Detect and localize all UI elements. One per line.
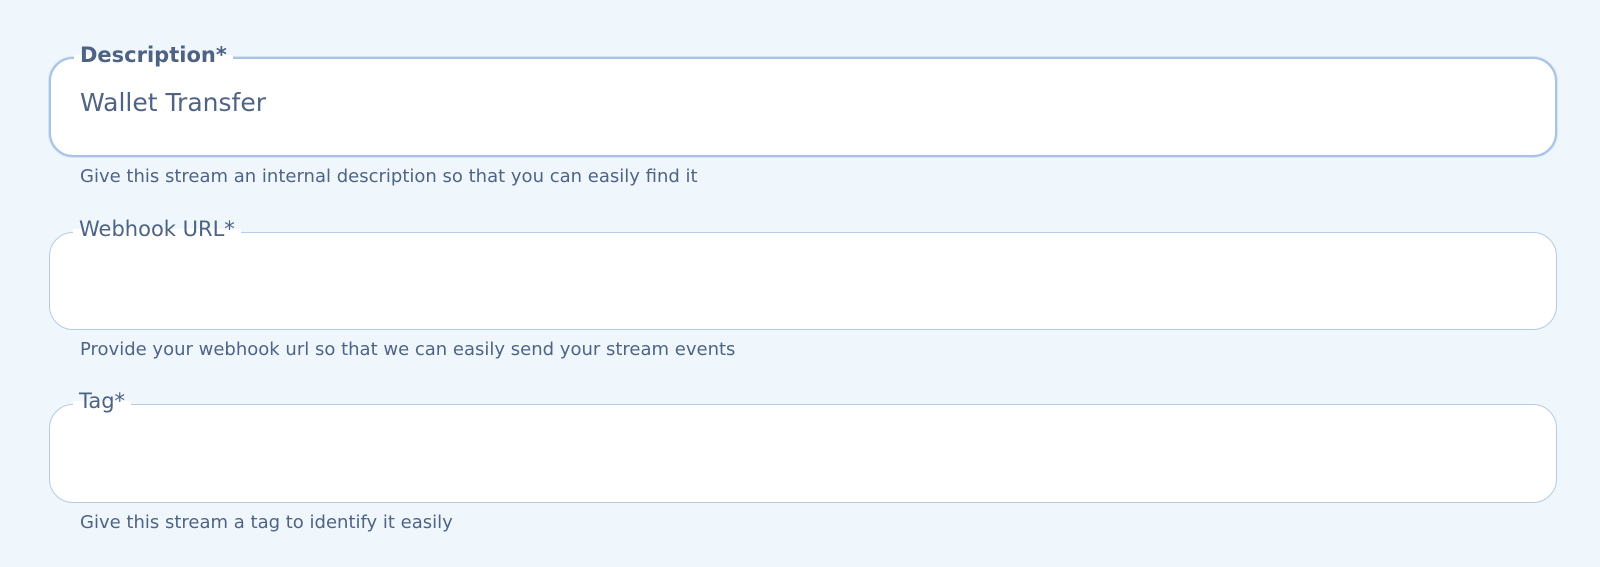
tag-helper-text: Give this stream a tag to identify it ea… [80, 512, 453, 533]
description-field-group: Description* Give this stream an interna… [49, 41, 1557, 187]
webhook-url-input[interactable] [79, 233, 1527, 329]
tag-field-group: Tag* Give this stream a tag to identify … [49, 387, 1557, 533]
tag-field[interactable]: Tag* [49, 387, 1557, 503]
webhook-url-helper-text: Provide your webhook url so that we can … [80, 339, 736, 360]
description-helper-text: Give this stream an internal description… [80, 166, 698, 187]
tag-input[interactable] [79, 405, 1527, 502]
description-field[interactable]: Description* [49, 41, 1557, 157]
webhook-url-field[interactable]: Webhook URL* [49, 215, 1557, 330]
description-input[interactable] [80, 54, 1526, 150]
webhook-url-field-group: Webhook URL* Provide your webhook url so… [49, 215, 1557, 360]
